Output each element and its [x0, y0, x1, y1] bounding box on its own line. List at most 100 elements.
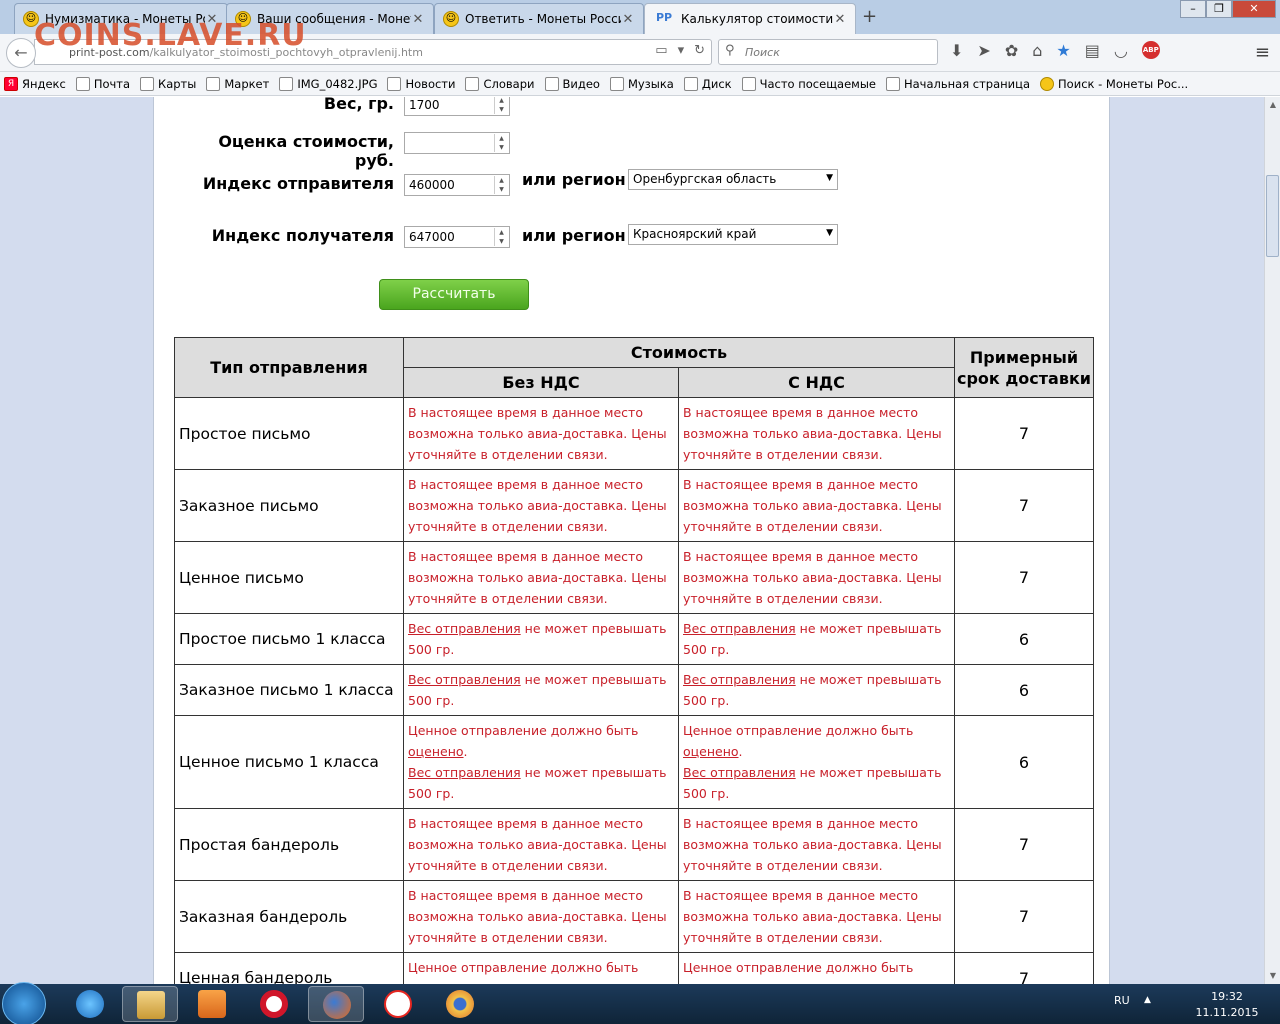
close-window-icon[interactable]: ✕ — [1232, 0, 1276, 18]
weight-input[interactable]: 1700 ▲ ▼ — [404, 97, 510, 116]
dropdown-arrow-icon[interactable]: ▾ — [678, 43, 685, 58]
recipient-region-select[interactable]: Красноярский край ▼ — [628, 224, 838, 245]
browser-tab[interactable]: ☺ Ответить - Монеты России... ✕ — [434, 3, 644, 34]
valued-link[interactable]: оценено — [683, 744, 739, 759]
taskbar-app[interactable] — [370, 986, 426, 1022]
bookmark-item[interactable]: Видео — [544, 76, 600, 91]
delivery-days: 7 — [954, 397, 1094, 470]
bookmarks-list-icon[interactable]: ▤ — [1085, 41, 1100, 60]
cost-with-vat-cell: Ценное отправление должно быть оценено. В… — [678, 715, 955, 809]
bookmark-item[interactable]: IMG_0482.JPG — [279, 76, 378, 91]
table-row: Заказная бандероль В настоящее время в да… — [174, 880, 1094, 953]
bookmark-item[interactable]: Почта — [75, 76, 130, 91]
language-indicator[interactable]: RU — [1114, 994, 1130, 1007]
search-box[interactable]: ⚲ Поиск — [718, 39, 938, 65]
tray-expand-icon[interactable]: ▲ — [1144, 995, 1151, 1005]
clock[interactable]: 19:32 11.11.2015 — [1194, 989, 1260, 1021]
minimize-icon[interactable]: – — [1180, 0, 1206, 18]
table-row: Заказное письмо 1 класса Вес отправления … — [174, 664, 1094, 716]
mail-icon — [75, 76, 90, 91]
taskbar-app[interactable] — [184, 986, 240, 1022]
scroll-up-icon[interactable]: ▲ — [1266, 97, 1280, 113]
disk-icon — [683, 76, 698, 91]
bookmark-label: Диск — [701, 76, 732, 91]
close-tab-icon[interactable]: ✕ — [833, 12, 847, 27]
weight-link[interactable]: Вес отправления — [408, 621, 521, 636]
avia-message: В настоящее время в данное место возможн… — [683, 405, 942, 462]
bookmark-label: Начальная страница — [903, 76, 1031, 91]
browser-tab-active[interactable]: PP Калькулятор стоимости по... ✕ — [644, 3, 856, 34]
explorer-icon — [137, 991, 165, 1019]
taskbar-app[interactable] — [308, 986, 364, 1022]
maximize-icon[interactable]: ❐ — [1206, 0, 1232, 18]
smiley-icon — [1040, 76, 1055, 91]
weight-link[interactable]: Вес отправления — [408, 765, 521, 780]
taskbar-app[interactable] — [62, 986, 118, 1022]
weight-link[interactable]: Вес отправления — [408, 672, 521, 687]
sender-region-select[interactable]: Оренбургская область ▼ — [628, 169, 838, 190]
media-player-icon — [198, 990, 226, 1018]
bookmark-item[interactable]: Карты — [140, 76, 196, 91]
bookmark-item[interactable]: Диск — [683, 76, 732, 91]
bookmark-label: Музыка — [627, 76, 674, 91]
eye-app-icon — [446, 990, 474, 1018]
valuation-label: Оценка стоимости, руб. — [218, 132, 394, 170]
bookmark-label: IMG_0482.JPG — [297, 76, 378, 91]
search-placeholder: Поиск — [745, 46, 780, 59]
recipient-region-label: или регион — [522, 226, 626, 245]
bookmark-item[interactable]: Я Яндекс — [4, 76, 66, 91]
reader-view-icon[interactable]: ▭ — [655, 43, 667, 58]
bookmark-item[interactable]: Словари — [465, 76, 535, 91]
taskbar-app[interactable] — [246, 986, 302, 1022]
bookmark-item[interactable]: Маркет — [206, 76, 269, 91]
spinner-arrows-icon[interactable]: ▲ ▼ — [494, 176, 508, 194]
send-icon[interactable]: ➤ — [977, 41, 990, 60]
taskbar-app[interactable] — [122, 986, 178, 1022]
scrollbar-thumb[interactable] — [1266, 175, 1279, 257]
sender-region-label: или регион — [522, 170, 626, 189]
home-icon[interactable]: ⌂ — [1032, 41, 1042, 60]
recipient-index-label: Индекс получателя — [211, 226, 394, 245]
spinner-arrows-icon[interactable]: ▲ ▼ — [494, 228, 508, 246]
spinner-arrows-icon[interactable]: ▲ ▼ — [494, 134, 508, 152]
sender-index-input[interactable]: 460000 ▲ ▼ — [404, 174, 510, 196]
spinner-arrows-icon[interactable]: ▲ ▼ — [494, 97, 508, 114]
cost-with-vat-cell: В настоящее время в данное место возможн… — [678, 541, 955, 614]
weight-link[interactable]: Вес отправления — [683, 621, 796, 636]
download-icon[interactable]: ⬇ — [950, 41, 963, 60]
bookmark-item[interactable]: Начальная страница — [885, 76, 1031, 91]
bookmark-item[interactable]: Новости — [387, 76, 455, 91]
page-viewport: Вес, гр. 1700 ▲ ▼ Оценка стоимости, руб. ▲… — [0, 97, 1264, 984]
recipient-index-input[interactable]: 647000 ▲ ▼ — [404, 226, 510, 248]
adblock-icon[interactable]: ABP — [1141, 41, 1160, 59]
new-tab-icon[interactable]: + — [862, 6, 877, 27]
cost-with-vat-cell: В настоящее время в данное место возможн… — [678, 469, 955, 542]
vertical-scrollbar[interactable]: ▲ ▼ — [1264, 97, 1280, 984]
cost-with-vat-cell: Ценное отправление должно быть оценено. — [678, 952, 955, 984]
bookmark-star-icon[interactable]: ★ — [1056, 41, 1070, 60]
start-orb-icon[interactable] — [2, 982, 46, 1024]
avia-message: В настоящее время в данное место возможн… — [408, 477, 667, 534]
cost-with-vat-cell: В настоящее время в данное место возможн… — [678, 397, 955, 470]
valued-link[interactable]: оценено — [408, 744, 464, 759]
weight-link[interactable]: Вес отправления — [683, 765, 796, 780]
pocket-icon[interactable]: ◡ — [1114, 41, 1128, 60]
back-button-icon[interactable]: ← — [6, 38, 36, 68]
menu-icon[interactable]: ≡ — [1255, 42, 1270, 63]
search-icon: ⚲ — [725, 43, 735, 58]
extension-icon[interactable]: ✿ — [1005, 41, 1018, 60]
page-icon — [885, 76, 900, 91]
taskbar-app[interactable] — [432, 986, 488, 1022]
scroll-down-icon[interactable]: ▼ — [1266, 968, 1280, 984]
reload-icon[interactable]: ↻ — [694, 43, 705, 58]
bookmark-item[interactable]: Музыка — [609, 76, 674, 91]
close-tab-icon[interactable]: ✕ — [411, 12, 425, 27]
close-tab-icon[interactable]: ✕ — [621, 12, 635, 27]
bookmark-item[interactable]: Поиск - Монеты Рос... — [1040, 76, 1188, 91]
valuation-input[interactable]: ▲ ▼ — [404, 132, 510, 154]
bookmark-label: Часто посещаемые — [759, 76, 876, 91]
book-icon — [465, 76, 480, 91]
bookmark-item[interactable]: Часто посещаемые — [741, 76, 876, 91]
weight-link[interactable]: Вес отправления — [683, 672, 796, 687]
calculate-button[interactable]: Рассчитать — [379, 279, 529, 310]
